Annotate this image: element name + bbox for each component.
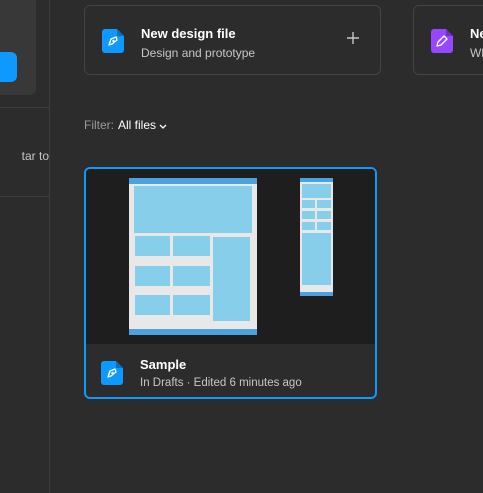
design-file-icon <box>101 361 123 390</box>
chevron-down-icon <box>159 119 167 133</box>
file-title: Sample <box>140 357 187 372</box>
sidebar-divider <box>0 107 49 108</box>
new-whiteboard-file-card[interactable]: Ne Wh <box>413 5 483 75</box>
sidebar-upgrade-card <box>0 0 36 95</box>
mobile-frame-preview <box>300 178 333 296</box>
plus-icon[interactable] <box>346 31 360 45</box>
desktop-frame-preview <box>129 178 257 335</box>
new-whiteboard-title: Ne <box>470 26 483 41</box>
filter-label: Filter: <box>84 118 114 132</box>
sidebar-partial-text: tar to <box>21 149 49 163</box>
new-design-file-subtitle: Design and prototype <box>141 46 256 60</box>
new-design-file-title: New design file <box>141 26 236 41</box>
design-file-icon <box>102 29 124 58</box>
file-card-sample[interactable]: Sample In Drafts · Edited 6 minutes ago <box>84 167 377 399</box>
new-design-file-card[interactable]: New design file Design and prototype <box>84 5 381 75</box>
filter-dropdown[interactable]: Filter: All files <box>84 118 167 133</box>
filter-value: All files <box>118 118 157 132</box>
file-meta: In Drafts · Edited 6 minutes ago <box>140 377 302 389</box>
new-whiteboard-subtitle: Wh <box>470 46 483 60</box>
main-content: New design file Design and prototype Ne … <box>50 0 483 493</box>
file-thumbnail <box>86 169 375 344</box>
whiteboard-file-icon <box>431 29 453 58</box>
sidebar: tar to <box>0 0 50 493</box>
sidebar-action-button[interactable] <box>0 52 17 82</box>
sidebar-divider <box>0 196 49 197</box>
